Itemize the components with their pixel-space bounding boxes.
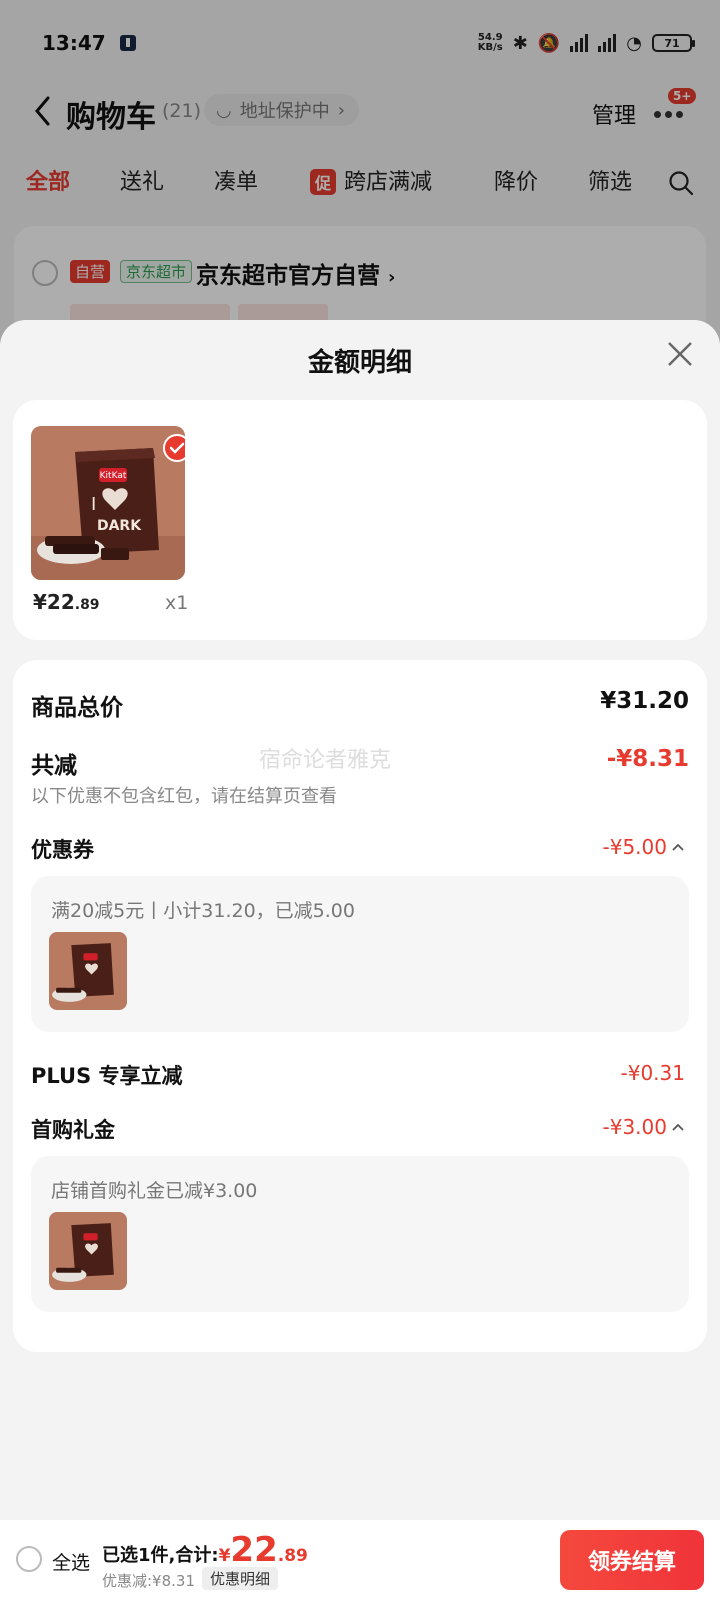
- product-card: KitKat I DARK ¥22.89 x1: [13, 400, 707, 640]
- chevron-up-icon: [672, 843, 684, 851]
- total-price-label: 商品总价: [31, 695, 123, 721]
- coupon-value-toggle[interactable]: -¥5.00: [603, 835, 685, 859]
- select-all-label[interactable]: 全选: [52, 1548, 90, 1575]
- discount-detail-button[interactable]: 优惠明细: [202, 1567, 279, 1590]
- first-gift-product-thumbnail: [49, 1212, 127, 1290]
- watermark: 宿命论者雅克: [259, 748, 392, 773]
- product-image[interactable]: KitKat I DARK: [31, 426, 185, 580]
- svg-text:DARK: DARK: [97, 518, 142, 534]
- plus-discount-label: PLUS 专享立减: [31, 1064, 183, 1088]
- discount-note: 以下优惠不包含红包，请在结算页查看: [31, 786, 337, 807]
- select-all-radio[interactable]: [16, 1546, 42, 1572]
- checkmark-icon: [163, 434, 185, 462]
- first-gift-value-toggle[interactable]: -¥3.00: [603, 1115, 685, 1139]
- total-price-value: ¥31.20: [600, 688, 689, 714]
- first-gift-detail-box: 店铺首购礼金已减¥3.00: [31, 1156, 689, 1312]
- product-quantity: x1: [165, 592, 189, 614]
- total-amount: ¥22.89: [218, 1530, 308, 1570]
- discount-summary: 优惠减:¥8.31: [102, 1572, 195, 1590]
- plus-discount-value: -¥0.31: [620, 1061, 685, 1085]
- selected-summary: 已选1件,合计:¥22.89: [102, 1530, 308, 1570]
- first-gift-label: 首购礼金: [31, 1118, 115, 1142]
- total-discount-value: -¥8.31: [606, 746, 689, 772]
- product-price: ¥22.89: [33, 590, 100, 614]
- coupon-detail-box: 满20减5元丨小计31.20，已减5.00: [31, 876, 689, 1032]
- coupon-label: 优惠券: [31, 838, 94, 862]
- chevron-up-icon: [672, 1123, 684, 1131]
- kitkat-dark-image: KitKat I DARK: [31, 426, 185, 580]
- svg-text:I: I: [91, 494, 96, 515]
- coupon-detail-text: 满20减5元丨小计31.20，已减5.00: [51, 900, 355, 922]
- sheet-title: 金额明细: [307, 348, 412, 378]
- total-discount-label: 共减: [31, 753, 77, 779]
- coupon-product-thumbnail: [49, 932, 127, 1010]
- amount-detail-sheet: 金额明细 KitKat I DARK ¥22.89 x1 商品总价 ¥31.20…: [0, 320, 720, 1600]
- first-gift-detail-text: 店铺首购礼金已减¥3.00: [51, 1180, 258, 1202]
- svg-text:KitKat: KitKat: [100, 471, 127, 481]
- price-breakdown-card: 商品总价 ¥31.20 共减 -¥8.31 宿命论者雅克 以下优惠不包含红包，请…: [13, 660, 707, 1352]
- checkout-button[interactable]: 领券结算: [560, 1530, 704, 1590]
- checkout-bar: 全选 已选1件,合计:¥22.89 优惠减:¥8.31 优惠明细 领券结算: [0, 1520, 720, 1600]
- close-icon[interactable]: [666, 340, 694, 368]
